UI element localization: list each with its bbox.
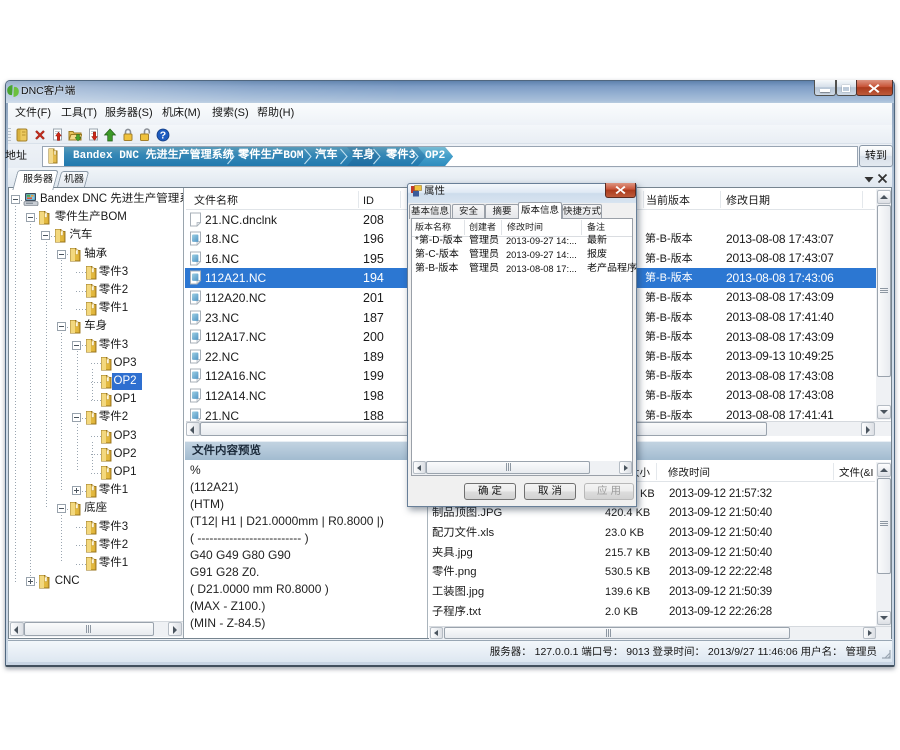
svg-text:?: ? <box>160 130 166 142</box>
